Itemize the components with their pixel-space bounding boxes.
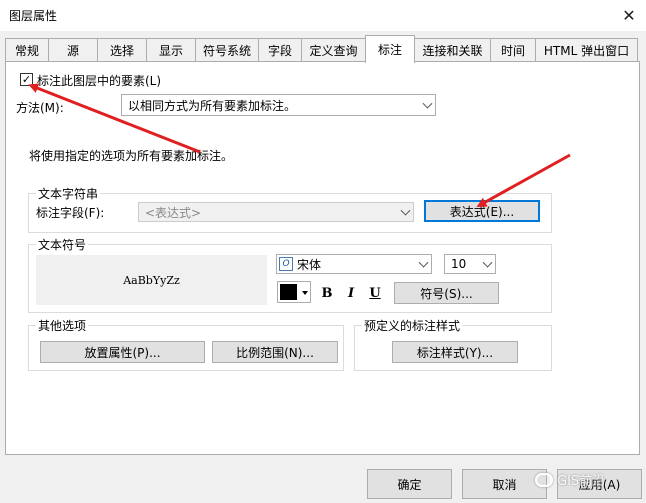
description-text: 将使用指定的选项为所有要素加标注。: [29, 149, 234, 163]
underline-button[interactable]: U: [364, 282, 386, 304]
symbol-button[interactable]: 符号(S)...: [394, 282, 499, 304]
scale-range-button[interactable]: 比例范围(N)...: [212, 341, 338, 363]
method-dropdown[interactable]: 以相同方式为所有要素加标注。: [121, 94, 436, 116]
tab-joins-relates[interactable]: 连接和关联: [414, 38, 491, 62]
wechat-icon: [535, 472, 553, 487]
chevron-down-icon: [482, 257, 493, 268]
label-styles-button[interactable]: 标注样式(Y)...: [392, 341, 518, 363]
tab-source[interactable]: 源: [48, 38, 98, 62]
method-label: 方法(M):: [16, 101, 64, 115]
checkmark-icon: ✓: [21, 73, 32, 86]
window-title: 图层属性: [9, 9, 58, 23]
tab-selection[interactable]: 选择: [97, 38, 147, 62]
predefined-styles-title: 预定义的标注样式: [362, 317, 463, 334]
watermark: GIS前沿: [535, 470, 605, 489]
tab-html-popup[interactable]: HTML 弹出窗口: [535, 38, 638, 62]
font-size-dropdown[interactable]: 10: [444, 254, 496, 274]
method-value: 以相同方式为所有要素加标注。: [128, 98, 297, 113]
chevron-down-icon: [418, 257, 429, 268]
watermark-text: GIS前沿: [557, 474, 606, 489]
close-icon[interactable]: ✕: [612, 1, 646, 29]
label-field-value: <表达式>: [145, 205, 202, 220]
font-value: 宋体: [297, 257, 322, 272]
label-features-text: 标注此图层中的要素(L): [37, 74, 162, 88]
tab-display[interactable]: 显示: [146, 38, 196, 62]
bold-button[interactable]: B: [316, 282, 338, 304]
italic-button[interactable]: I: [340, 282, 362, 304]
label-features-checkbox[interactable]: ✓: [20, 73, 33, 86]
caret-down-icon: [302, 291, 308, 295]
font-size-value: 10: [451, 257, 467, 271]
tab-fields[interactable]: 字段: [258, 38, 302, 62]
tab-labels[interactable]: 标注: [365, 35, 415, 63]
title-bar: 图层属性 ✕: [0, 0, 646, 31]
color-swatch: [280, 284, 297, 300]
chevron-down-icon: [422, 98, 433, 109]
symbol-preview: AaBbYyZz: [36, 255, 267, 305]
tab-time[interactable]: 时间: [490, 38, 536, 62]
font-dropdown[interactable]: O 宋体: [276, 254, 432, 274]
other-options-title: 其他选项: [36, 317, 89, 334]
expression-button[interactable]: 表达式(E)...: [424, 200, 540, 222]
font-type-icon: O: [279, 257, 293, 271]
label-field-dropdown[interactable]: <表达式>: [138, 202, 414, 222]
ok-button[interactable]: 确定: [367, 469, 452, 499]
tab-definition-query[interactable]: 定义查询: [301, 38, 366, 62]
label-field-label: 标注字段(F):: [36, 206, 105, 220]
chevron-down-icon: [400, 205, 411, 216]
labels-panel: ✓ 标注此图层中的要素(L) 方法(M): 以相同方式为所有要素加标注。 将使用…: [5, 61, 640, 455]
placement-properties-button[interactable]: 放置属性(P)...: [40, 341, 205, 363]
tab-general[interactable]: 常规: [5, 38, 49, 62]
text-string-title: 文本字符串: [36, 185, 101, 202]
text-symbol-title: 文本符号: [36, 236, 89, 253]
tab-symbology[interactable]: 符号系统: [195, 38, 259, 62]
color-picker[interactable]: [277, 281, 311, 303]
